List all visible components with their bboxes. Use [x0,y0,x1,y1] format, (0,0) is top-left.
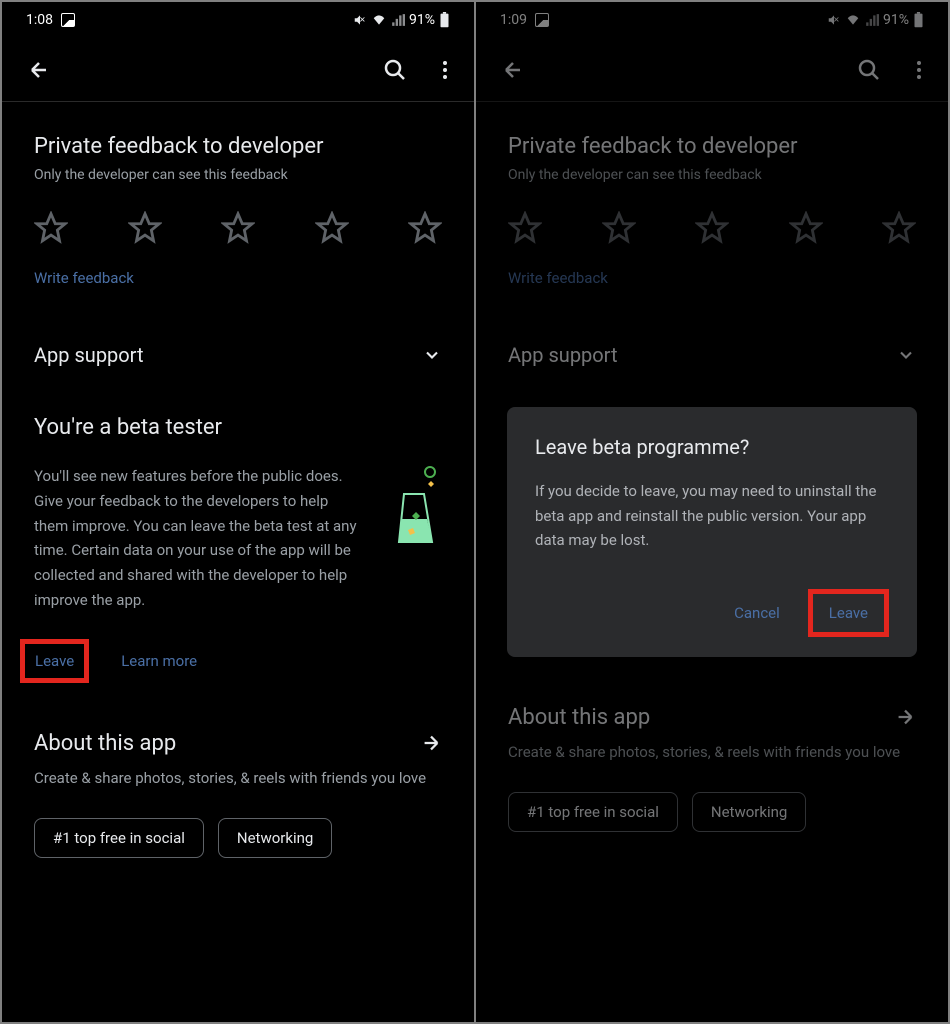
write-feedback-link[interactable]: Write feedback [34,269,442,287]
star-4[interactable] [315,211,349,245]
about-title: About this app [34,731,176,756]
screen-left: 1:08 91% Private feedback to developer O… [2,2,474,1022]
leave-highlight: Leave [20,639,89,683]
arrow-right-icon [420,732,442,754]
about-subtitle: Create & share photos, stories, & reels … [34,766,442,790]
chip-top-free[interactable]: #1 top free in social [34,818,204,858]
dialog-backdrop: Leave beta programme? If you decide to l… [476,2,948,1022]
cancel-button[interactable]: Cancel [722,596,792,630]
app-support-row[interactable]: App support [34,319,442,391]
about-row[interactable]: About this app [34,707,442,760]
beaker-icon [384,464,442,564]
beta-title: You're a beta tester [34,415,442,440]
star-2[interactable] [128,211,162,245]
star-5[interactable] [408,211,442,245]
feedback-subtitle: Only the developer can see this feedback [34,167,442,183]
dialog-body: If you decide to leave, you may need to … [535,479,889,553]
chevron-down-icon [422,345,442,365]
mute-icon [353,13,367,27]
dialog-title: Leave beta programme? [535,435,889,459]
status-bar: 1:08 91% [2,2,474,38]
search-icon[interactable] [382,57,408,83]
overflow-menu-icon[interactable] [432,57,458,83]
back-button[interactable] [26,57,52,83]
star-3[interactable] [221,211,255,245]
content: Private feedback to developer Only the d… [2,102,474,882]
leave-beta-link[interactable]: Leave [35,652,74,670]
learn-more-link[interactable]: Learn more [121,652,197,670]
screenshot-icon [61,13,75,27]
leave-button[interactable]: Leave [823,602,874,624]
rating-stars[interactable] [34,183,442,269]
app-support-label: App support [34,343,144,367]
app-bar [2,38,474,102]
clock: 1:08 [26,12,53,28]
feedback-title: Private feedback to developer [34,134,442,159]
screen-right: 1:09 91% Private feedback to developer O… [476,2,948,1022]
leave-beta-dialog: Leave beta programme? If you decide to l… [507,407,917,657]
leave-highlight: Leave [808,589,889,637]
beta-description: You'll see new features before the publi… [34,464,360,613]
signal-icon [391,13,405,27]
battery-icon [439,12,450,28]
chip-networking[interactable]: Networking [218,818,332,858]
star-1[interactable] [34,211,68,245]
battery-pct: 91% [409,12,435,28]
wifi-icon [371,13,387,27]
